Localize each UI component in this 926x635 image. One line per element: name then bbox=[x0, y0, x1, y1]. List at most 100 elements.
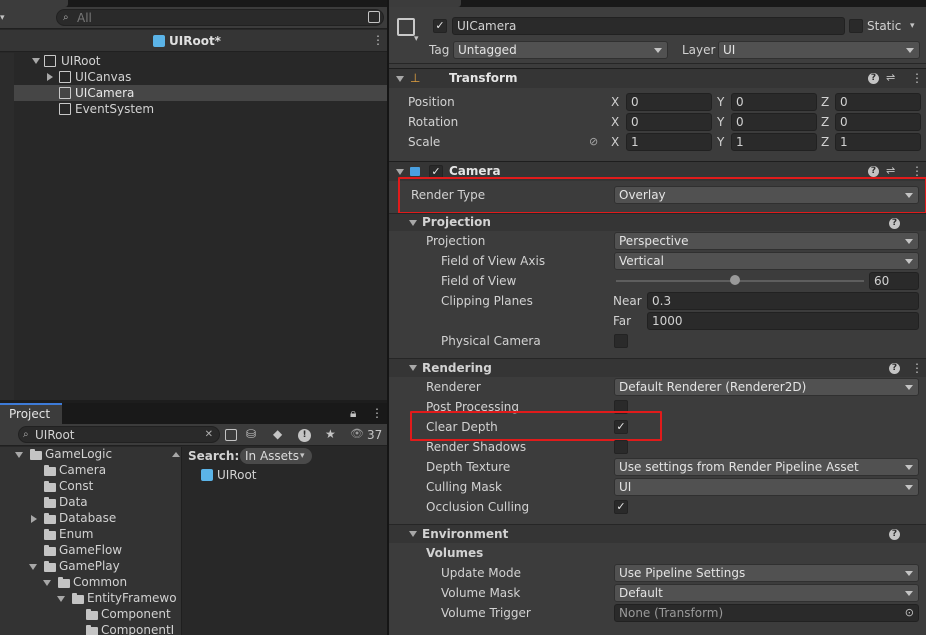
tree-item-camera[interactable]: Camera bbox=[0, 463, 182, 479]
hierarchy-search-input[interactable]: ⌕ All bbox=[56, 9, 384, 26]
inspector-tab[interactable] bbox=[389, 0, 461, 7]
tree-item-gameflow[interactable]: GameFlow bbox=[0, 543, 182, 559]
physical-camera-checkbox[interactable] bbox=[614, 334, 628, 348]
create-dropdown-icon[interactable]: ▾ bbox=[0, 10, 5, 26]
tree-item-enum[interactable]: Enum bbox=[0, 527, 182, 543]
occlusion-culling-checkbox[interactable]: ✓ bbox=[614, 500, 628, 514]
collapsed-arrow-icon[interactable] bbox=[31, 515, 37, 523]
hierarchy-tab[interactable] bbox=[0, 0, 68, 7]
component-menu-icon[interactable]: ⋮ bbox=[911, 72, 923, 84]
projection-dropdown[interactable]: Perspective bbox=[614, 232, 919, 250]
collapsed-arrow-icon[interactable] bbox=[47, 73, 53, 81]
tree-item-component[interactable]: Component bbox=[0, 607, 182, 623]
fov-value-field[interactable]: 60 bbox=[869, 272, 919, 290]
hidden-packages-icon[interactable]: 👁︎ bbox=[350, 426, 364, 442]
volume-mask-dropdown[interactable]: Default bbox=[614, 584, 919, 602]
environment-section-header[interactable]: Environment ? bbox=[389, 524, 926, 543]
expand-arrow-icon[interactable] bbox=[43, 580, 51, 586]
scene-header[interactable]: UIRoot* ⋮ bbox=[0, 30, 387, 52]
help-icon[interactable]: ? bbox=[889, 529, 900, 540]
expand-arrow-icon[interactable] bbox=[29, 564, 37, 570]
transform-header[interactable]: ⊥ Transform ? ⇌ ⋮ bbox=[389, 68, 926, 88]
search-by-type-icon[interactable] bbox=[225, 429, 237, 441]
expand-arrow-icon[interactable] bbox=[409, 220, 417, 226]
expand-arrow-icon[interactable] bbox=[15, 452, 23, 458]
tree-item-componenti[interactable]: ComponentI bbox=[0, 623, 182, 635]
rendering-section-header[interactable]: Rendering ? ⋮ bbox=[389, 358, 926, 377]
tree-scrollbar[interactable] bbox=[181, 447, 182, 635]
scene-menu-icon[interactable]: ⋮ bbox=[372, 34, 384, 46]
scale-x-field[interactable]: 1 bbox=[626, 133, 712, 151]
object-name-field[interactable]: UICamera bbox=[452, 17, 845, 35]
expand-arrow-icon[interactable] bbox=[32, 58, 40, 64]
help-icon[interactable]: ? bbox=[889, 218, 900, 229]
position-z-field[interactable]: 0 bbox=[835, 93, 921, 111]
layer-dropdown[interactable]: UI bbox=[718, 41, 920, 59]
culling-mask-dropdown[interactable]: UI bbox=[614, 478, 919, 496]
expand-arrow-icon[interactable] bbox=[409, 365, 417, 371]
tree-item-database[interactable]: Database bbox=[0, 511, 182, 527]
update-mode-dropdown[interactable]: Use Pipeline Settings bbox=[614, 564, 919, 582]
render-shadows-checkbox[interactable] bbox=[614, 440, 628, 454]
fov-axis-dropdown[interactable]: Vertical bbox=[614, 252, 919, 270]
project-tab[interactable]: Project bbox=[0, 403, 62, 424]
depth-texture-dropdown[interactable]: Use settings from Render Pipeline Asset bbox=[614, 458, 919, 476]
presets-icon[interactable]: ⇌ bbox=[886, 70, 895, 86]
object-picker-icon[interactable]: ⊙ bbox=[905, 605, 914, 621]
chevron-down-icon bbox=[905, 239, 913, 244]
near-field[interactable]: 0.3 bbox=[647, 292, 919, 310]
expand-arrow-icon[interactable] bbox=[396, 169, 404, 175]
projection-section-header[interactable]: Projection ? bbox=[389, 213, 926, 231]
constrain-proportions-icon[interactable]: ⊘ bbox=[589, 134, 598, 150]
far-field[interactable]: 1000 bbox=[647, 312, 919, 330]
hierarchy-row-uiroot[interactable]: UIRoot bbox=[0, 53, 387, 69]
filter-by-type-icon[interactable]: ⛁ bbox=[246, 426, 256, 442]
help-icon[interactable]: ? bbox=[889, 363, 900, 374]
component-menu-icon[interactable]: ⋮ bbox=[911, 165, 923, 177]
scale-z-field[interactable]: 1 bbox=[835, 133, 921, 151]
tree-item-gamelogic[interactable]: GameLogic bbox=[0, 447, 182, 463]
fov-slider-thumb[interactable] bbox=[730, 275, 741, 285]
lock-icon[interactable]: 🔒︎ bbox=[350, 405, 356, 421]
active-checkbox[interactable]: ✓ bbox=[433, 19, 447, 33]
filter-by-label-icon[interactable]: ◆ bbox=[273, 426, 282, 442]
tag-dropdown[interactable]: Untagged bbox=[453, 41, 668, 59]
help-icon[interactable]: ? bbox=[868, 73, 879, 84]
hierarchy-row-uicanvas[interactable]: UICanvas bbox=[0, 69, 387, 85]
tree-item-common[interactable]: Common bbox=[0, 575, 182, 591]
gameobject-large-icon[interactable] bbox=[397, 18, 415, 36]
tree-item-gameplay[interactable]: GamePlay bbox=[0, 559, 182, 575]
clear-search-icon[interactable]: ✕ bbox=[205, 427, 213, 442]
rotation-y-field[interactable]: 0 bbox=[731, 113, 817, 131]
static-dropdown-icon[interactable]: ▾ bbox=[910, 18, 915, 34]
expand-arrow-icon[interactable] bbox=[396, 76, 404, 82]
transform-body: Position X 0 Y 0 Z 0 Rotation X 0 Y 0 Z … bbox=[389, 89, 926, 159]
renderer-dropdown[interactable]: Default Renderer (Renderer2D) bbox=[614, 378, 919, 396]
rotation-z-field[interactable]: 0 bbox=[835, 113, 921, 131]
static-checkbox[interactable] bbox=[849, 19, 863, 33]
icon-dropdown-icon[interactable]: ▾ bbox=[414, 31, 419, 47]
position-x-field[interactable]: 0 bbox=[626, 93, 712, 111]
rotation-x-field[interactable]: 0 bbox=[626, 113, 712, 131]
project-search-input[interactable]: ⌕ UIRoot ✕ bbox=[18, 426, 220, 443]
hierarchy-row-uicamera[interactable]: ☚ UICamera bbox=[0, 85, 387, 101]
result-item-uiroot[interactable]: UIRoot bbox=[200, 467, 320, 483]
tree-item-entityframework[interactable]: EntityFramewo bbox=[0, 591, 182, 607]
search-scope-dropdown[interactable]: In Assets ▾ bbox=[240, 448, 312, 464]
tree-item-const[interactable]: Const bbox=[0, 479, 182, 495]
help-icon[interactable]: ? bbox=[868, 166, 879, 177]
project-menu-icon[interactable]: ⋮ bbox=[371, 407, 383, 419]
position-y-field[interactable]: 0 bbox=[731, 93, 817, 111]
scale-y-field[interactable]: 1 bbox=[731, 133, 817, 151]
expand-arrow-icon[interactable] bbox=[409, 531, 417, 537]
fov-slider-track[interactable] bbox=[616, 280, 864, 282]
expand-arrow-icon[interactable] bbox=[57, 596, 65, 602]
tree-scroll-up-icon[interactable] bbox=[172, 452, 180, 457]
volume-trigger-field[interactable]: None (Transform) ⊙ bbox=[614, 604, 919, 622]
section-menu-icon[interactable]: ⋮ bbox=[911, 362, 923, 374]
favorite-star-icon[interactable]: ★ bbox=[325, 426, 336, 442]
search-options-icon[interactable] bbox=[368, 11, 380, 23]
filter-by-importlog-icon[interactable]: ! bbox=[298, 429, 311, 442]
tree-item-data[interactable]: Data bbox=[0, 495, 182, 511]
hierarchy-row-eventsystem[interactable]: EventSystem bbox=[0, 101, 387, 117]
